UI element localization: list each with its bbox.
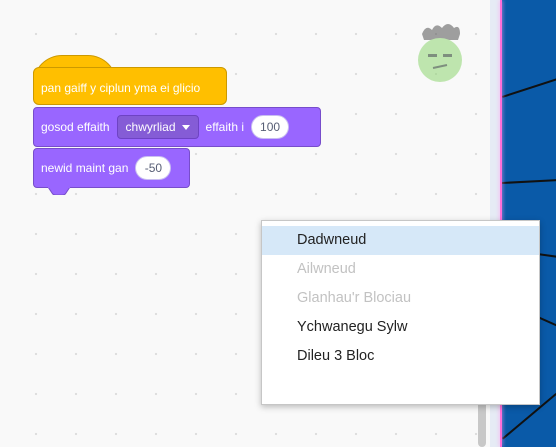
effect-dropdown-value: chwyrliad	[125, 120, 176, 134]
when-sprite-clicked-block[interactable]: pan gaiff y ciplun yma ei glicio	[33, 67, 227, 105]
change-size-label: newid maint gan	[41, 161, 129, 175]
context-menu: Dadwneud Ailwneud Glanhau'r Blociau Ychw…	[261, 220, 540, 405]
size-amount-input[interactable]: -50	[135, 156, 172, 180]
set-effect-label: gosod effaith	[41, 120, 110, 134]
menu-item-add-comment[interactable]: Ychwanegu Sylw	[262, 313, 539, 342]
hat-block-label: pan gaiff y ciplun yma ei glicio	[41, 81, 201, 95]
change-size-block[interactable]: newid maint gan -50	[33, 148, 190, 188]
sprite-thumbnail-icon[interactable]	[414, 20, 466, 82]
menu-item-delete-blocks[interactable]: Dileu 3 Bloc	[262, 342, 539, 371]
block-bottom-notch	[48, 187, 70, 195]
effect-dropdown[interactable]: chwyrliad	[116, 115, 199, 139]
effect-amount-input[interactable]: 100	[251, 115, 290, 139]
menu-item-clean-up-blocks: Glanhau'r Blociau	[297, 290, 412, 306]
effect-to-label: effaith i	[205, 120, 245, 134]
chevron-down-icon	[181, 124, 190, 130]
set-effect-block[interactable]: gosod effaith chwyrliad effaith i 100	[33, 107, 321, 147]
menu-item-redo: Ailwneud	[297, 261, 356, 277]
menu-item-undo[interactable]: Dadwneud	[262, 226, 539, 255]
